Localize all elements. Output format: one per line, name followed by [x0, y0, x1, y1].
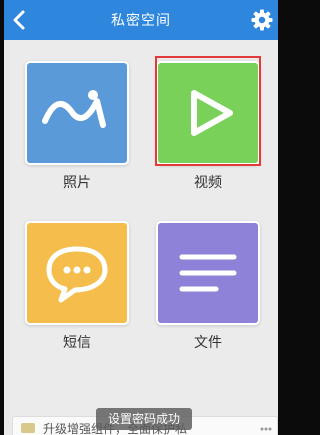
toast-message: 设置密码成功	[96, 408, 192, 430]
back-button[interactable]	[8, 8, 32, 32]
photos-label: 照片	[63, 175, 91, 191]
files-label: 文件	[194, 335, 222, 351]
settings-button[interactable]	[250, 8, 274, 32]
page-title: 私密空间	[111, 13, 171, 29]
sms-tile[interactable]	[27, 223, 127, 323]
sms-label: 短信	[63, 335, 91, 351]
chat-bubble-icon	[46, 246, 108, 303]
phone-screen: 私密空间 照片 视频 短信 文件 设置密码成功	[4, 0, 278, 435]
photo-icon	[42, 90, 106, 128]
more-dots-icon	[260, 427, 272, 431]
photos-tile[interactable]	[27, 63, 127, 163]
back-arrow-icon	[13, 10, 25, 30]
gear-icon	[251, 9, 273, 31]
videos-tile[interactable]	[158, 63, 258, 163]
files-tile[interactable]	[158, 223, 258, 323]
document-lines-icon	[179, 254, 237, 292]
videos-label: 视频	[194, 175, 222, 191]
title-bar: 私密空间	[4, 0, 278, 40]
upgrade-icon	[21, 423, 35, 433]
play-icon	[191, 90, 233, 136]
